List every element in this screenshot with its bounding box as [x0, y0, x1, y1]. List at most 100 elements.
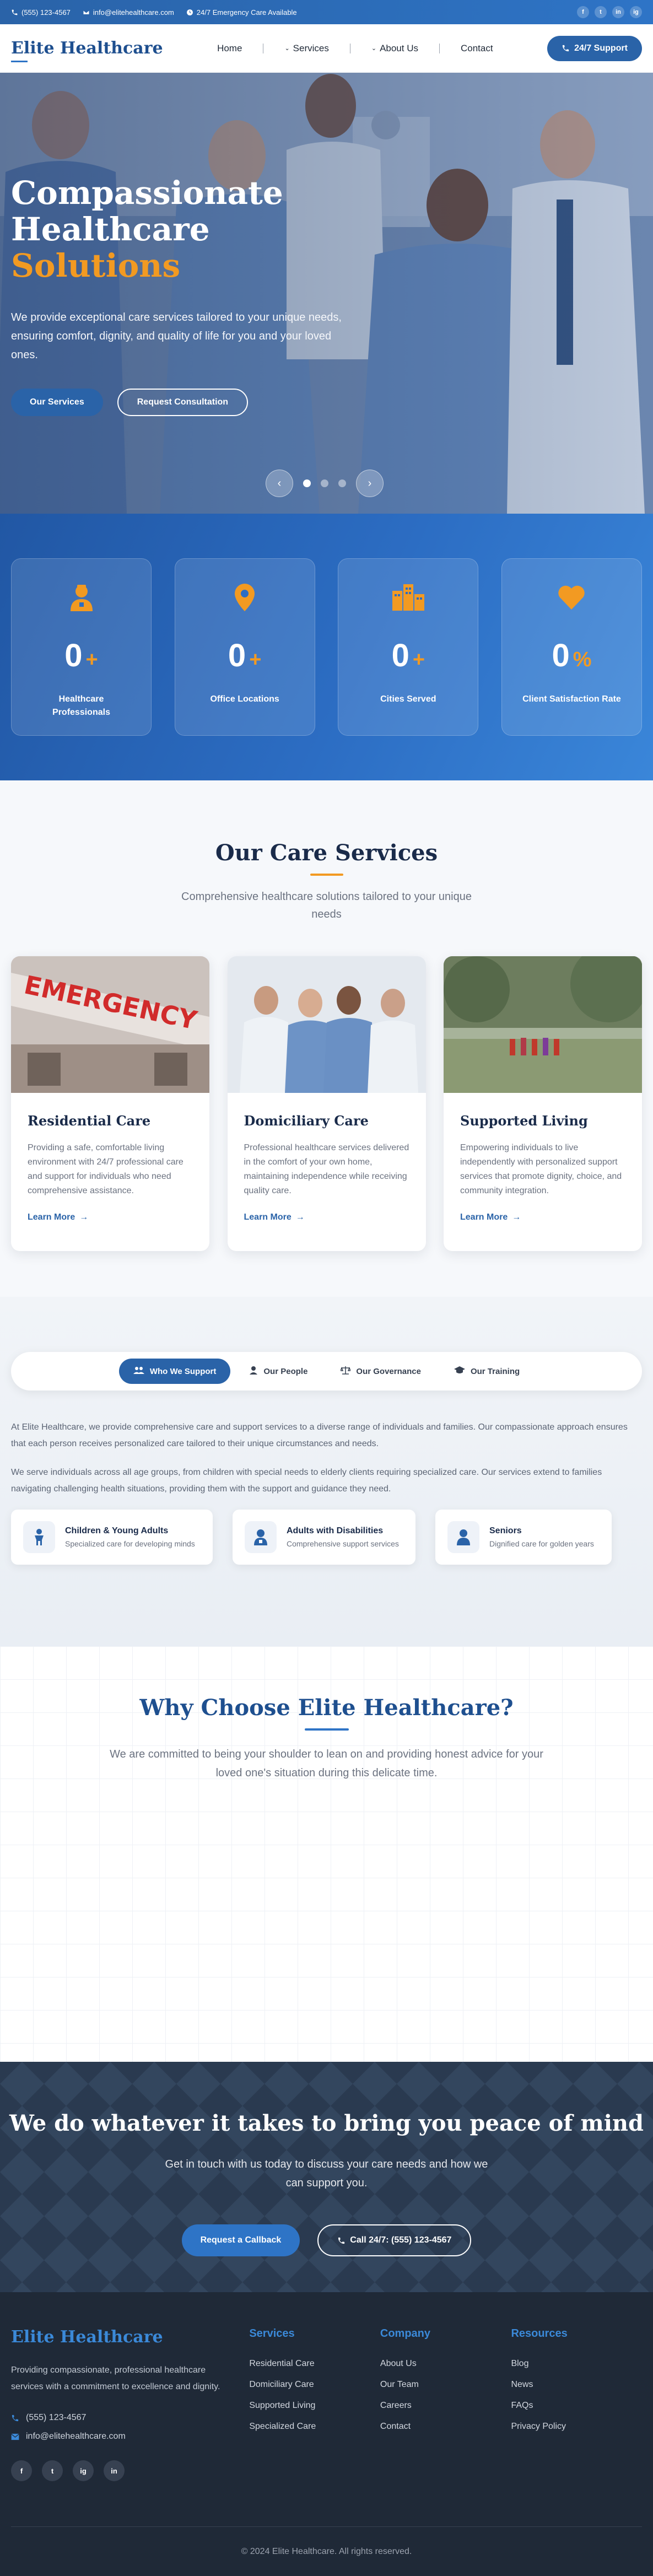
learn-more-label: Learn More — [460, 1212, 508, 1222]
about-tabs-section: Who We Support Our People Our Governance… — [0, 1297, 653, 1646]
learn-more-link[interactable]: Learn More → — [460, 1212, 625, 1222]
title-underline — [304, 1728, 349, 1731]
slider-prev-button[interactable]: ‹ — [266, 470, 293, 497]
footer-link[interactable]: Supported Living — [249, 2401, 380, 2411]
nav-services-label: Services — [293, 42, 329, 53]
facebook-icon[interactable]: f — [11, 2460, 32, 2481]
footer-link[interactable]: News — [511, 2380, 642, 2390]
nav-home[interactable]: Home — [196, 43, 263, 54]
arrow-right-icon: → — [295, 1212, 305, 1222]
cta-section: We do whatever it takes to bring you pea… — [0, 2062, 653, 2292]
cta-title: We do whatever it takes to bring you pea… — [9, 2110, 644, 2136]
phone-icon — [12, 2415, 19, 2421]
footer-link[interactable]: Specialized Care — [249, 2422, 380, 2432]
arrow-right-icon: → — [79, 1212, 89, 1222]
topbar-email[interactable]: info@elitehealthcare.com — [83, 8, 174, 17]
tab-label: Our Governance — [356, 1366, 421, 1376]
stat-suffix: + — [412, 648, 425, 671]
learn-more-link[interactable]: Learn More → — [244, 1212, 409, 1222]
stat-value: 0 + — [392, 637, 425, 674]
tab-who-we-support[interactable]: Who We Support — [118, 1359, 231, 1384]
support-group-cards: Children & Young Adults Specialized care… — [11, 1510, 642, 1565]
footer-column-title: Services — [249, 2327, 295, 2340]
service-card-residential[interactable]: EMERGENCY Residential Care Providing a s… — [11, 956, 209, 1251]
learn-more-link[interactable]: Learn More → — [28, 1212, 193, 1222]
call-now-label: Call 24/7: (555) 123-4567 — [350, 2235, 452, 2245]
instagram-icon[interactable]: ig — [630, 6, 642, 18]
envelope-icon — [83, 9, 90, 15]
slider-controls: ‹ › — [266, 470, 384, 497]
chevron-right-icon: › — [368, 477, 372, 489]
hero-title-accent: Solutions — [11, 247, 181, 284]
brand-logo[interactable]: Elite Healthcare — [11, 39, 163, 62]
clock-icon — [186, 9, 193, 15]
slider-next-button[interactable]: › — [356, 470, 384, 497]
stat-card: 0 + Healthcare Professionals — [11, 558, 152, 736]
support-button[interactable]: 24/7 Support — [547, 35, 642, 61]
service-card-supported[interactable]: Supported Living Empowering individuals … — [444, 956, 642, 1251]
tab-label: Our People — [263, 1366, 308, 1376]
footer-column-company: Company About Us Our Team Careers Contac… — [380, 2327, 511, 2481]
service-card-domiciliary[interactable]: Domiciliary Care Professional healthcare… — [227, 956, 426, 1251]
footer-brand-column: Elite Healthcare Providing compassionate… — [11, 2327, 249, 2481]
linkedin-icon[interactable]: in — [612, 6, 624, 18]
slider-dot[interactable] — [321, 479, 328, 487]
tab-our-governance[interactable]: Our Governance — [326, 1358, 435, 1384]
facebook-icon[interactable]: f — [577, 6, 589, 18]
footer-link[interactable]: Contact — [380, 2422, 511, 2432]
support-group-card: Adults with Disabilities Comprehensive s… — [233, 1510, 415, 1565]
hero-title: Compassionate Healthcare Solutions — [11, 175, 364, 284]
tab-our-people[interactable]: Our People — [235, 1358, 322, 1384]
users-icon — [133, 1366, 144, 1376]
footer-link[interactable]: Residential Care — [249, 2359, 380, 2369]
footer-brand[interactable]: Elite Healthcare — [11, 2327, 249, 2347]
footer-link[interactable]: FAQs — [511, 2401, 642, 2411]
twitter-icon[interactable]: t — [595, 6, 607, 18]
instagram-icon[interactable]: ig — [73, 2460, 94, 2481]
request-callback-button[interactable]: Request a Callback — [181, 2224, 300, 2256]
footer-link[interactable]: Blog — [511, 2359, 642, 2369]
footer-link[interactable]: About Us — [380, 2359, 511, 2369]
linkedin-icon[interactable]: in — [104, 2460, 125, 2481]
hero-slider: Compassionate Healthcare Solutions We pr… — [0, 73, 653, 514]
service-description: Providing a safe, comfortable living env… — [28, 1143, 184, 1195]
domiciliary-care-image — [227, 956, 426, 1093]
twitter-icon[interactable]: t — [42, 2460, 63, 2481]
phone-icon — [12, 9, 18, 15]
footer-link[interactable]: Privacy Policy — [511, 2422, 642, 2432]
stat-suffix: % — [573, 648, 592, 671]
hero-title-line1: Compassionate — [11, 174, 283, 212]
graduation-cap-icon — [454, 1366, 465, 1376]
cta-text: Get in touch with us today to discuss yo… — [165, 2158, 488, 2189]
service-description: Professional healthcare services deliver… — [244, 1143, 409, 1195]
footer-link[interactable]: Careers — [380, 2401, 511, 2411]
footer-email[interactable]: info@elitehealthcare.com — [11, 2432, 249, 2442]
nav-contact[interactable]: Contact — [440, 43, 514, 54]
topbar-phone[interactable]: (555) 123-4567 — [11, 8, 71, 17]
services-section: Our Care Services Comprehensive healthca… — [0, 780, 653, 1297]
topbar-emergency: 24/7 Emergency Care Available — [186, 8, 297, 17]
why-choose-section: Why Choose Elite Healthcare? We are comm… — [0, 1646, 653, 2062]
city-icon — [392, 582, 424, 613]
stat-number: 0 — [64, 638, 83, 673]
nav-about[interactable]: ⌄ About Us — [350, 43, 439, 54]
nav-services[interactable]: ⌄ Services — [263, 43, 349, 54]
slider-dot[interactable] — [303, 479, 311, 487]
nav-about-label: About Us — [380, 42, 418, 53]
footer-link[interactable]: Domiciliary Care — [249, 2380, 380, 2390]
hero-buttons: Our Services Request Consultation — [11, 389, 364, 416]
slider-dot[interactable] — [338, 479, 346, 487]
user-doctor-icon — [249, 1366, 258, 1377]
footer-column-title: Company — [380, 2327, 431, 2340]
request-consultation-button[interactable]: Request Consultation — [117, 389, 249, 416]
footer-phone[interactable]: (555) 123-4567 — [11, 2413, 249, 2423]
envelope-icon — [11, 2433, 19, 2440]
footer-link[interactable]: Our Team — [380, 2380, 511, 2390]
stat-value: 0 + — [64, 637, 98, 674]
service-name: Residential Care — [28, 1113, 151, 1129]
balance-scale-icon — [340, 1366, 352, 1377]
our-services-button[interactable]: Our Services — [11, 389, 103, 416]
why-subtitle: We are committed to being your shoulder … — [110, 1748, 543, 1779]
tab-our-training[interactable]: Our Training — [440, 1359, 534, 1384]
call-now-button[interactable]: Call 24/7: (555) 123-4567 — [317, 2224, 472, 2256]
